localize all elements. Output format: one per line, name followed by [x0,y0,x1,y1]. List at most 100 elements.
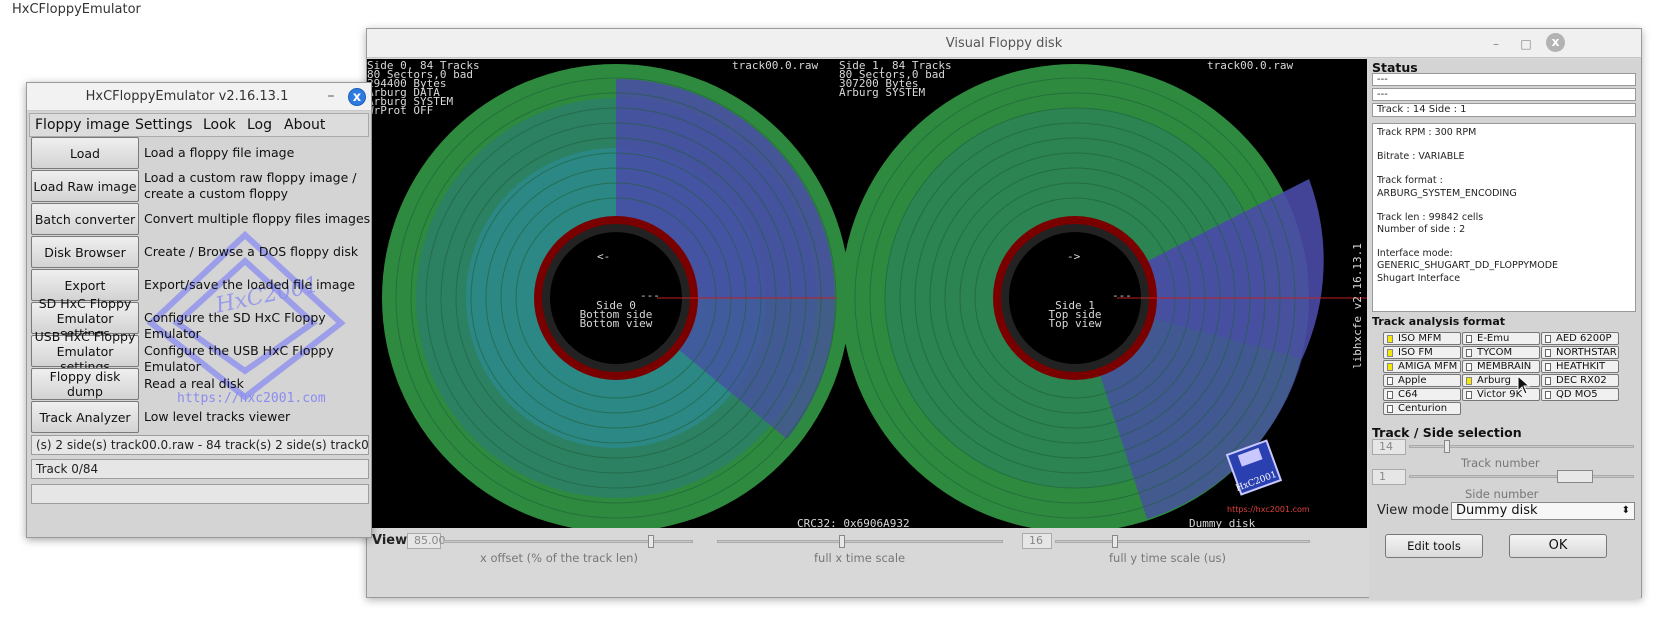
format-checkbox-iso-fm[interactable]: ISO FM [1383,346,1461,359]
menu-look[interactable]: Look [203,117,236,133]
format-label: DEC RX02 [1556,375,1607,386]
menu-settings[interactable]: Settings [135,117,192,133]
side0-center-3: Bottom view [579,317,653,330]
hxc-main-window: HxCFloppyEmulator v2.16.13.1 – x Floppy … [26,82,372,538]
load-raw-image-button[interactable]: Load Raw image [31,170,139,202]
libhxcfe-version: libhxcfe v2.16.13.1 [1351,243,1364,369]
x-offset-value[interactable]: 85.00 [407,533,446,549]
watermark-url: https://hxc2001.com [177,391,326,406]
format-checkbox-qd-mo5[interactable]: QD MO5 [1541,388,1619,401]
disk-browser-button[interactable]: Disk Browser [31,236,139,268]
format-checkbox-e-emu[interactable]: E-Emu [1462,332,1540,345]
info-line: Interface mode: [1377,248,1453,260]
minimize-icon[interactable]: – [323,89,339,105]
info-line [1377,200,1631,212]
format-checkbox-iso-mfm[interactable]: ISO MFM [1383,332,1461,345]
view-mode-value: Dummy disk [1456,503,1538,518]
disk-visualization-canvas[interactable]: Side 0, 84 Tracks 80 Sectors,0 bad 29440… [367,59,1367,528]
minimize-icon[interactable]: – [1487,35,1505,53]
format-checkbox-northstar[interactable]: NORTHSTAR [1541,346,1619,359]
ok-button[interactable]: OK [1509,534,1607,558]
info-line: Bitrate : VARIABLE [1377,151,1465,163]
menu-about[interactable]: About [284,117,325,133]
usb-hxc-settings-button[interactable]: USB HxC Floppy Emulator settings [31,329,139,374]
x-offset-slider[interactable] [443,540,693,543]
side1-file: track00.0.raw [1207,59,1294,72]
x-time-label: full x time scale [814,551,906,565]
format-checkbox-apple[interactable]: Apple [1383,374,1461,387]
info-line [1377,139,1631,151]
x-offset-knob[interactable] [648,535,654,548]
status-field-1: --- [1372,73,1636,86]
info-line [1377,163,1631,175]
format-label: E-Emu [1477,333,1510,344]
x-time-knob[interactable] [839,535,845,548]
x-time-slider[interactable] [717,540,1003,543]
y-time-slider[interactable] [1055,540,1310,543]
status-panel: Status --- --- Track : 14 Side : 1 Track… [1369,59,1641,599]
y-time-label: full y time scale (us) [1109,551,1227,565]
view-mode-label: View mode [1377,503,1449,518]
y-time-value[interactable]: 16 [1022,533,1052,549]
analysis-format-grid: ISO MFM E-Emu AED 6200P ISO FM TYCOM NOR… [1369,329,1641,425]
usb-hxc-settings-desc: Configure the USB HxC Floppy Emulator [144,343,334,374]
sd-hxc-settings-desc: Configure the SD HxC Floppy Emulator [144,310,326,341]
edit-tools-button[interactable]: Edit tools [1385,534,1483,558]
side0-dash: --- [640,289,660,302]
side-number-slider[interactable] [1409,475,1634,478]
status-field-2: --- [1372,88,1636,101]
side0-file: track00.0.raw [732,59,819,72]
export-desc: Export/save the loaded file image [144,277,356,292]
floppy-disk-dump-button[interactable]: Floppy disk dump [31,368,139,400]
view-mode-select[interactable]: Dummy disk ⬍ [1451,502,1635,520]
format-checkbox-centurion[interactable]: Centurion [1383,402,1461,415]
logo-url: https://hxc2001.com [1227,505,1310,514]
loaded-file-status: (s) 2 side(s) track00.0.raw - 84 track(s… [31,435,369,455]
crc-readout: CRC32: 0x6906A932 [797,517,910,528]
track-position-status: Track 0/84 [31,459,369,479]
format-label: QD MO5 [1556,389,1598,400]
batch-converter-button[interactable]: Batch converter [31,203,139,235]
checkbox-icon [1387,363,1393,371]
checkbox-icon [1387,335,1393,343]
menu-log[interactable]: Log [247,117,272,133]
close-icon[interactable]: x [348,88,366,106]
close-icon[interactable]: x [1546,33,1565,52]
info-line [1377,236,1631,248]
format-label: NORTHSTAR [1556,347,1617,358]
format-checkbox-membrain[interactable]: MEMBRAIN [1462,360,1540,373]
side1-disk [841,64,1367,528]
format-checkbox-aed-6200p[interactable]: AED 6200P [1541,332,1619,345]
floppy-disk-dump-desc: Read a real disk [144,376,244,391]
visual-window-titlebar[interactable]: Visual Floppy disk – □ x [367,29,1641,58]
track-number-slider[interactable] [1409,445,1634,448]
format-checkbox-amiga-mfm[interactable]: AMIGA MFM [1383,360,1461,373]
progress-status [31,484,369,504]
maximize-icon[interactable]: □ [1517,35,1535,53]
y-time-knob[interactable] [1112,535,1118,548]
menu-floppy-image[interactable]: Floppy image [35,117,130,133]
format-label: HEATHKIT [1556,361,1606,372]
side1-center-3: Top view [1048,317,1102,330]
side0-disk [382,64,850,528]
side-number-value[interactable]: 1 [1372,469,1406,485]
load-button[interactable]: Load [31,137,139,169]
info-line: GENERIC_SHUGART_DD_FLOPPYMODE [1377,260,1559,272]
checkbox-icon [1545,377,1551,385]
track-number-knob[interactable] [1444,440,1450,453]
info-line: Shugart Interface [1377,272,1461,284]
track-analyzer-button[interactable]: Track Analyzer [31,401,139,433]
checkbox-icon [1545,391,1551,399]
format-checkbox-dec-rx02[interactable]: DEC RX02 [1541,374,1619,387]
main-window-titlebar[interactable]: HxCFloppyEmulator v2.16.13.1 – x [27,83,371,111]
checkbox-icon [1387,391,1393,399]
format-checkbox-c64[interactable]: C64 [1383,388,1461,401]
format-checkbox-heathkit[interactable]: HEATHKIT [1541,360,1619,373]
side-number-knob[interactable] [1557,470,1593,483]
track-number-value[interactable]: 14 [1372,439,1406,455]
disk-mode-label: Dummy disk [1189,517,1256,528]
format-checkbox-tycom[interactable]: TYCOM [1462,346,1540,359]
track-info-box: Track RPM : 300 RPM Bitrate : VARIABLE T… [1372,123,1636,312]
checkbox-icon [1466,349,1472,357]
main-window-title: HxCFloppyEmulator v2.16.13.1 [85,89,289,104]
